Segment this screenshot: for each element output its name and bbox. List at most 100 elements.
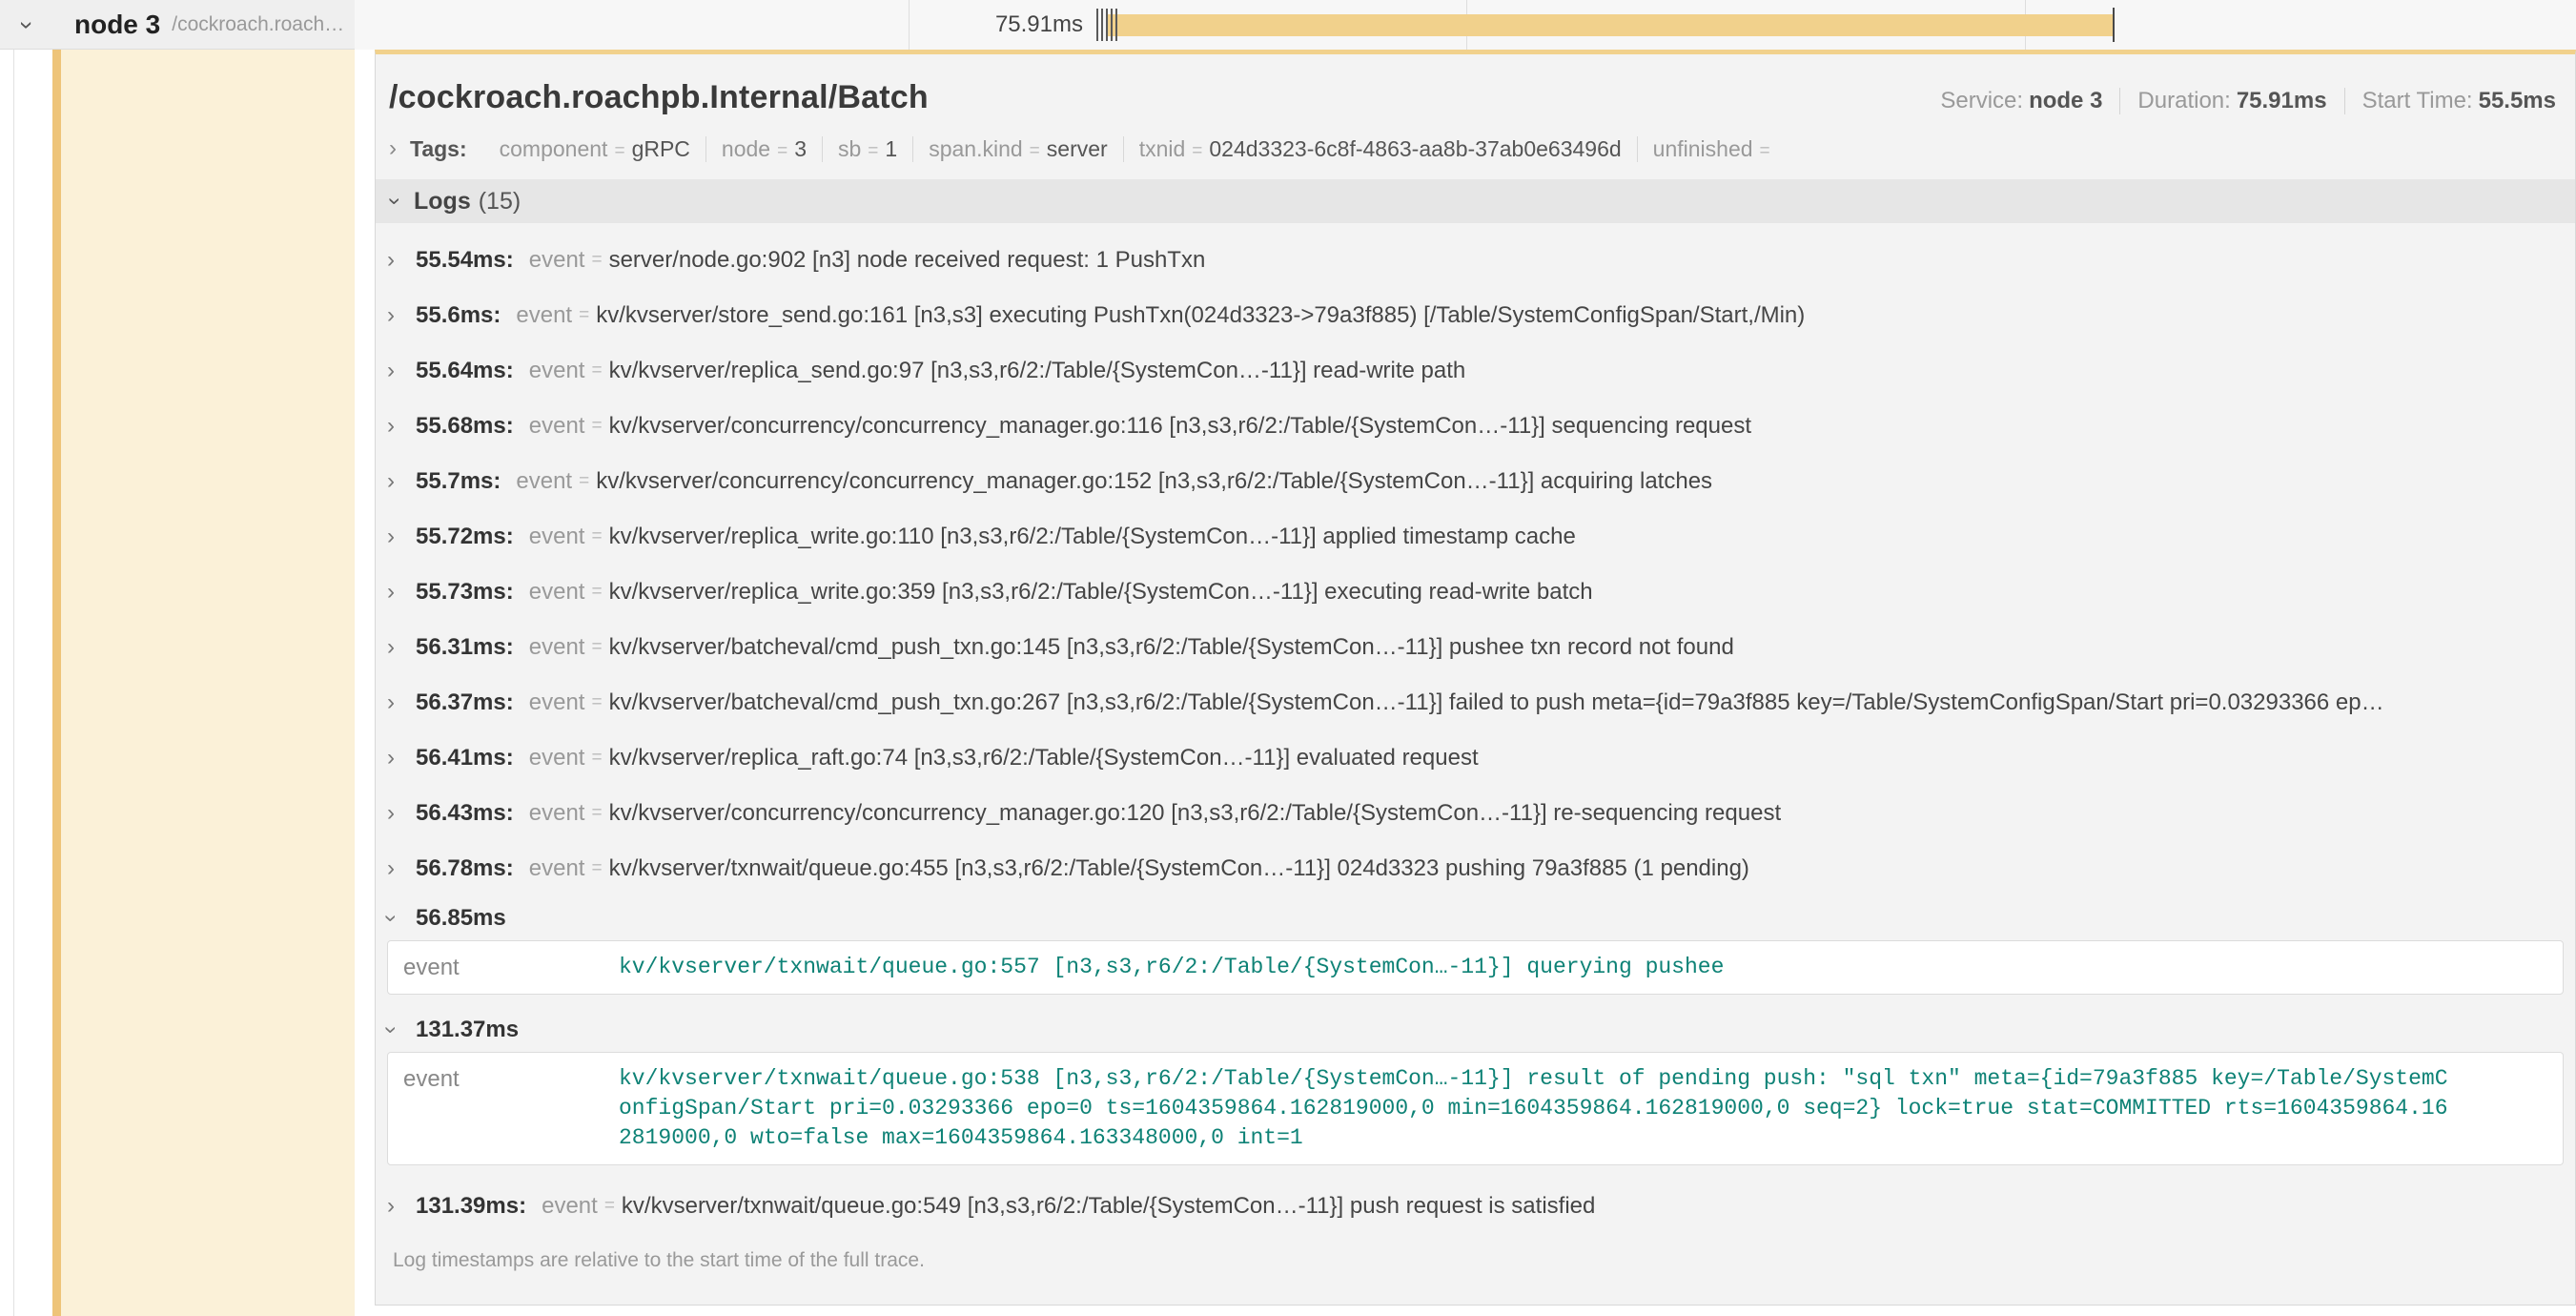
tag-key: component xyxy=(500,136,608,162)
log-field-key: event xyxy=(529,745,585,771)
collapse-span-chevron[interactable]: › xyxy=(23,0,31,50)
log-expanded-header[interactable]: › 131.37ms xyxy=(387,1008,2564,1052)
log-timestamp: 55.72ms: xyxy=(416,524,514,550)
log-timestamp: 56.78ms: xyxy=(416,855,514,882)
span-title: /cockroach.roachpb.Internal/Batch xyxy=(389,79,929,116)
chevron-right-icon[interactable]: › xyxy=(387,302,416,329)
chevron-right-icon[interactable]: › xyxy=(387,579,416,606)
tag-item[interactable]: component=gRPC xyxy=(484,136,705,162)
ruler-gridline xyxy=(909,0,910,50)
chevron-right-icon[interactable]: › xyxy=(387,855,416,882)
tags-row[interactable]: › Tags: component=gRPC node=3 sb=1 span.… xyxy=(376,124,2575,179)
log-row[interactable]: › 55.64ms: event = kv/kvserver/replica_s… xyxy=(387,343,2564,399)
equals-sign: = xyxy=(591,692,602,713)
log-message: server/node.go:902 [n3] node received re… xyxy=(609,247,2564,274)
meta-value: 55.5ms xyxy=(2479,88,2556,113)
chevron-right-icon[interactable]: › xyxy=(387,745,416,771)
tags-list: component=gRPC node=3 sb=1 span.kind=ser… xyxy=(484,136,1792,162)
chevron-right-icon[interactable]: › xyxy=(387,413,416,440)
tag-item[interactable]: node=3 xyxy=(705,136,822,162)
log-keyvalue-row: event kv/kvserver/txnwait/queue.go:557 [… xyxy=(403,953,2547,982)
selected-span-name-column[interactable] xyxy=(61,49,355,1316)
log-timestamp: 56.41ms: xyxy=(416,745,514,771)
log-row[interactable]: › 56.41ms: event = kv/kvserver/replica_r… xyxy=(387,730,2564,786)
log-timestamp: 55.6ms: xyxy=(416,302,501,329)
tag-item[interactable]: txnid=024d3323-6c8f-4863-aa8b-37ab0e6349… xyxy=(1123,136,1637,162)
equals-sign: = xyxy=(591,416,602,437)
equals-sign: = xyxy=(591,582,602,603)
trace-detail-view: › node 3 /cockroach.roach… 75.91ms /cock… xyxy=(0,0,2576,1316)
log-row[interactable]: › 55.6ms: event = kv/kvserver/store_send… xyxy=(387,288,2564,343)
equals-sign: = xyxy=(604,1196,615,1217)
log-row[interactable]: › 55.73ms: event = kv/kvserver/replica_w… xyxy=(387,565,2564,620)
chevron-right-icon[interactable]: › xyxy=(387,689,416,716)
equals-sign: = xyxy=(591,803,602,824)
span-row-name[interactable]: node 3 /cockroach.roach… xyxy=(74,0,344,50)
chevron-right-icon[interactable]: › xyxy=(387,247,416,274)
log-row[interactable]: › 55.68ms: event = kv/kvserver/concurren… xyxy=(387,399,2564,454)
chevron-right-icon[interactable]: › xyxy=(387,358,416,384)
tag-item[interactable]: unfinished= xyxy=(1637,136,1792,162)
chevron-down-icon: › xyxy=(378,1026,404,1034)
log-row[interactable]: › 131.39ms: event = kv/kvserver/txnwait/… xyxy=(387,1179,2564,1234)
chevron-right-icon[interactable]: › xyxy=(387,1193,416,1220)
chevron-right-icon[interactable]: › xyxy=(387,524,416,550)
log-row[interactable]: › 56.43ms: event = kv/kvserver/concurren… xyxy=(387,786,2564,841)
log-entry-expanded: › 56.85ms event kv/kvserver/txnwait/queu… xyxy=(387,896,2564,995)
meta-label: Start Time: xyxy=(2362,88,2473,113)
log-expanded-header[interactable]: › 56.85ms xyxy=(387,896,2564,940)
chevron-right-icon[interactable]: › xyxy=(387,468,416,495)
log-timestamp: 55.73ms: xyxy=(416,579,514,606)
log-message: kv/kvserver/concurrency/concurrency_mana… xyxy=(596,468,2564,495)
log-field-key: event xyxy=(529,358,585,384)
log-timestamp: 55.64ms: xyxy=(416,358,514,384)
log-field-key: event xyxy=(529,524,585,550)
tag-key: span.kind xyxy=(929,136,1022,162)
chevron-down-icon: › xyxy=(381,197,408,205)
meta-item: Start Time:55.5ms xyxy=(2344,88,2556,114)
logs-footer-note: Log timestamps are relative to the start… xyxy=(387,1234,2564,1272)
chevron-down-icon: › xyxy=(378,915,404,922)
tag-item[interactable]: sb=1 xyxy=(822,136,912,162)
span-duration-label: 75.91ms xyxy=(995,0,1083,50)
tag-value: 1 xyxy=(885,136,897,162)
span-detail-header: /cockroach.roachpb.Internal/Batch Servic… xyxy=(376,54,2575,124)
log-field-key: event xyxy=(529,413,585,440)
timeline-row: › node 3 /cockroach.roach… 75.91ms xyxy=(0,0,2576,50)
equals-sign: = xyxy=(579,471,589,492)
meta-value: 75.91ms xyxy=(2237,88,2327,113)
log-field-key: event xyxy=(529,689,585,716)
log-row[interactable]: › 55.54ms: event = server/node.go:902 [n… xyxy=(387,233,2564,288)
equals-sign: = xyxy=(777,141,787,162)
log-message: kv/kvserver/txnwait/queue.go:455 [n3,s3,… xyxy=(609,855,2564,882)
logs-section-header[interactable]: › Logs (15) xyxy=(376,179,2575,223)
chevron-right-icon: › xyxy=(389,135,397,162)
tag-item[interactable]: span.kind=server xyxy=(912,136,1122,162)
log-field-key: event xyxy=(529,247,585,274)
chevron-right-icon[interactable]: › xyxy=(387,800,416,827)
log-row[interactable]: › 56.31ms: event = kv/kvserver/batcheval… xyxy=(387,620,2564,675)
equals-sign: = xyxy=(579,305,589,326)
equals-sign: = xyxy=(868,141,878,162)
equals-sign: = xyxy=(591,250,602,271)
log-field-key: event xyxy=(403,953,619,982)
log-row[interactable]: › 56.78ms: event = kv/kvserver/txnwait/q… xyxy=(387,841,2564,896)
meta-item: Duration: 75.91ms xyxy=(2119,88,2343,114)
log-row[interactable]: › 55.72ms: event = kv/kvserver/replica_w… xyxy=(387,509,2564,565)
log-field-key: event xyxy=(529,800,585,827)
equals-sign: = xyxy=(1030,141,1040,162)
log-timestamp: 131.39ms: xyxy=(416,1193,526,1220)
log-field-value: kv/kvserver/txnwait/queue.go:538 [n3,s3,… xyxy=(619,1064,2454,1153)
logs-rows: › 55.54ms: event = server/node.go:902 [n… xyxy=(387,223,2564,1234)
span-operation-name: /cockroach.roach… xyxy=(172,13,344,36)
log-row[interactable]: › 56.37ms: event = kv/kvserver/batcheval… xyxy=(387,675,2564,730)
span-duration-bar[interactable] xyxy=(1106,14,2115,36)
selected-span-accent-bar xyxy=(52,0,61,1316)
chevron-right-icon[interactable]: › xyxy=(387,634,416,661)
logs-count: (15) xyxy=(479,188,521,216)
log-keyvalue-table: event kv/kvserver/txnwait/queue.go:557 [… xyxy=(387,940,2564,995)
tags-label: Tags: xyxy=(410,136,467,162)
log-entry-expanded: › 131.37ms event kv/kvserver/txnwait/que… xyxy=(387,1008,2564,1165)
log-row[interactable]: › 55.7ms: event = kv/kvserver/concurrenc… xyxy=(387,454,2564,509)
meta-label: Duration: xyxy=(2137,88,2230,113)
